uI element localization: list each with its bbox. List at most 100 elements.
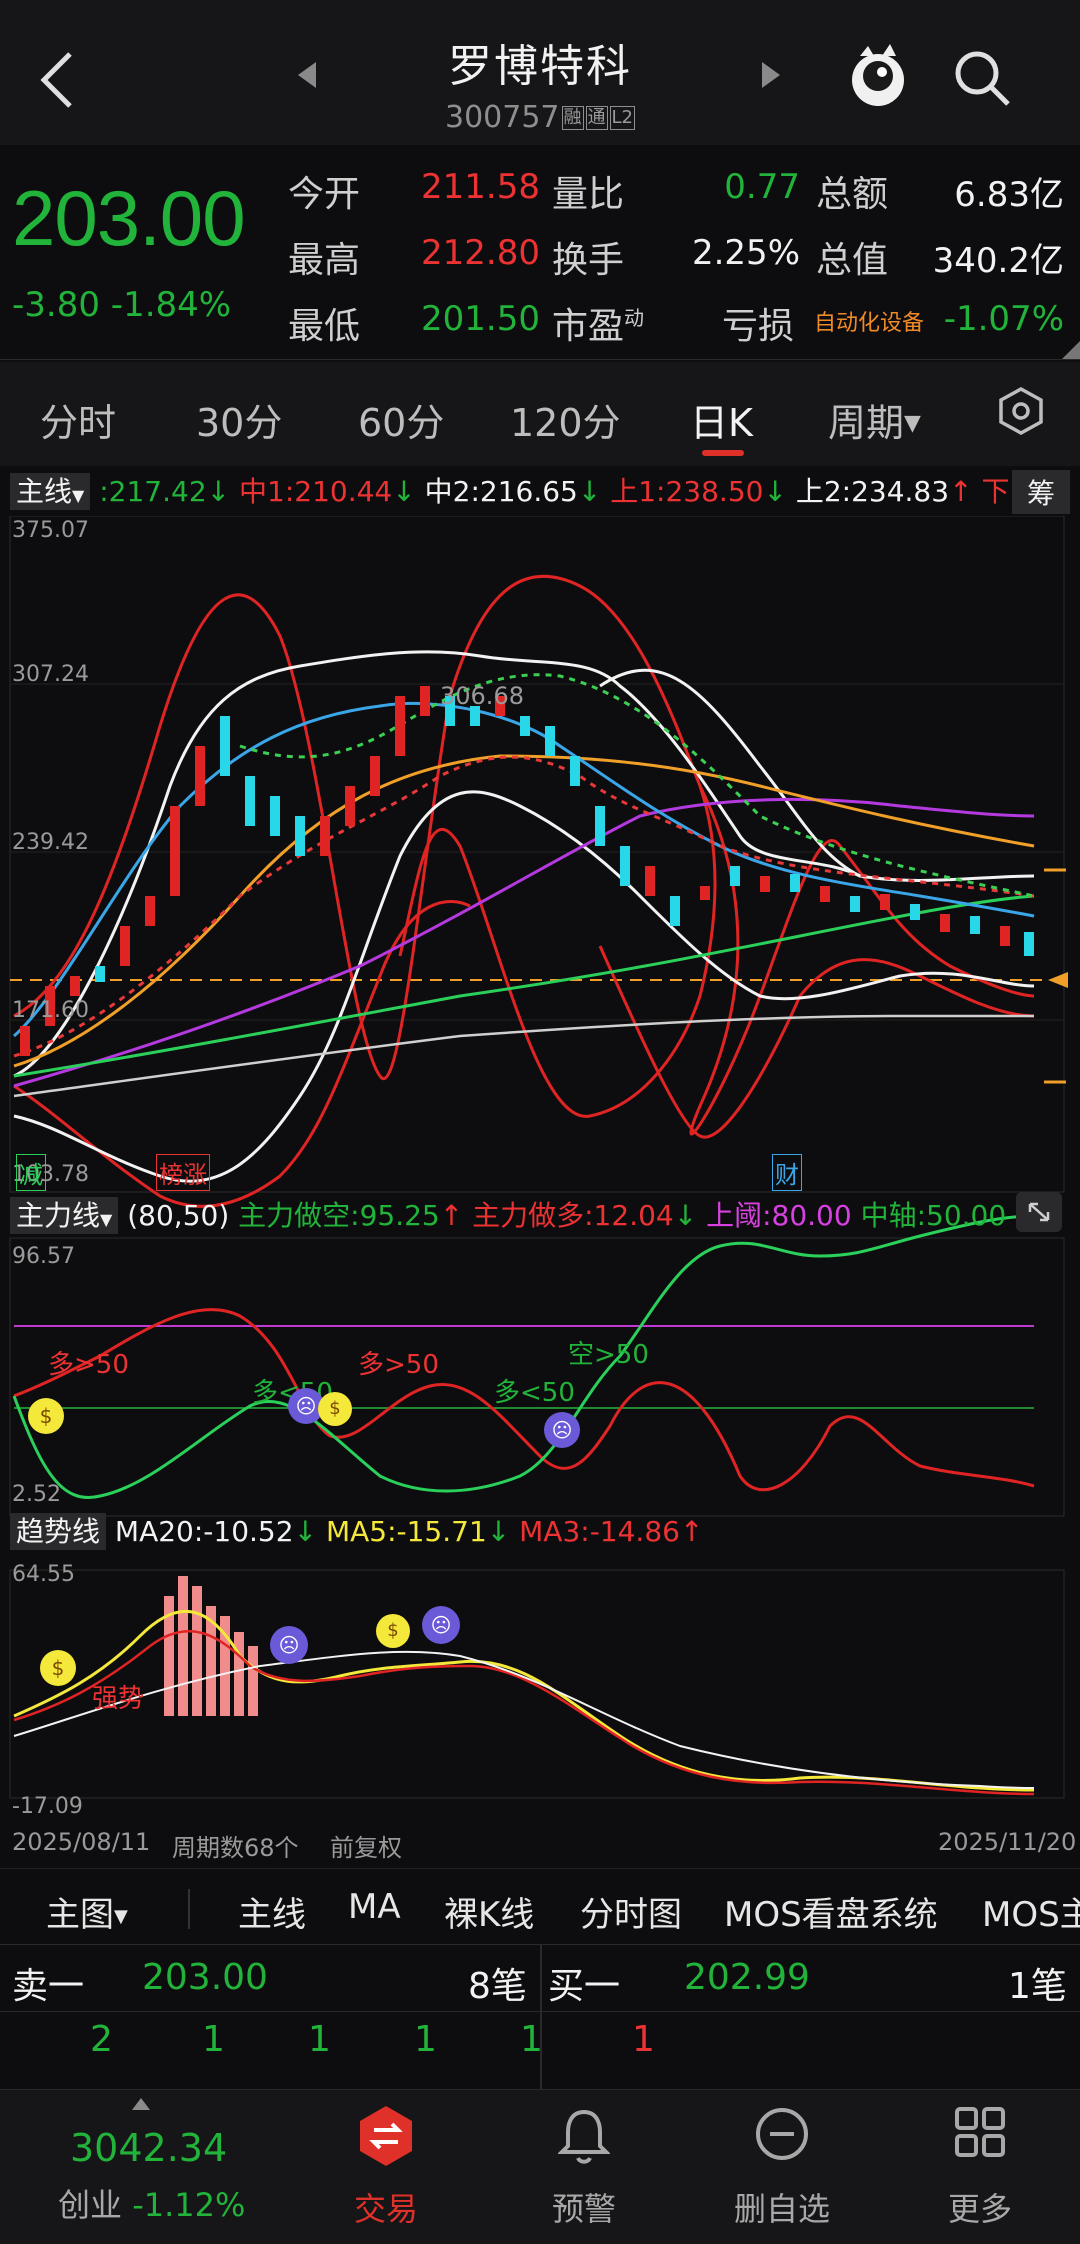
tab-ma[interactable]: MA <box>348 1887 401 1927</box>
main-short-line <box>12 1214 1035 1499</box>
search-icon[interactable] <box>952 48 1012 108</box>
trend-indicator-button[interactable]: 趋势线 <box>10 1513 107 1550</box>
legend-main-text: :217.42 <box>99 475 207 508</box>
corner-triangle-icon <box>1062 341 1080 359</box>
index-value[interactable]: 3042.34 <box>70 2126 227 2170</box>
power-axis-top: 96.57 <box>12 1244 75 1269</box>
sell1-count: 8笔 <box>468 1966 527 2007</box>
trend-bars <box>164 1576 258 1716</box>
nav-alert[interactable]: 预警 <box>504 2090 664 2244</box>
tab-intraday-chart[interactable]: 分时图 <box>580 1887 682 1936</box>
legend-long: 主力做多:12.04↓ <box>472 1199 697 1232</box>
tab-naked-k[interactable]: 裸K线 <box>444 1887 534 1936</box>
candlesticks <box>20 686 1034 1056</box>
divider <box>0 2011 1080 2012</box>
tab-120min[interactable]: 120分 <box>510 392 621 447</box>
pe-label-text: 市盈 <box>552 306 625 347</box>
event-tag-finance[interactable]: 财 <box>772 1154 802 1191</box>
tab-main-line[interactable]: 主线 <box>238 1887 306 1936</box>
sell1-price: 203.00 <box>142 1957 268 1998</box>
grid-icon <box>955 2107 1005 2157</box>
tab-period-label: 周期 <box>828 401 905 445</box>
nav-remove-watch[interactable]: 删自选 <box>702 2090 862 2244</box>
event-tag-list[interactable]: 榜涨 <box>156 1154 210 1191</box>
active-tab-indicator <box>702 450 744 456</box>
tab-30min[interactable]: 30分 <box>196 392 282 447</box>
volume-ratio-value: 0.77 <box>724 167 800 207</box>
money-bag-icon: $ <box>318 1392 352 1426</box>
main-legend: 主线▼ :217.42↓ 中1:210.44↓ 中2:216.65↓ 上1:23… <box>10 470 1055 510</box>
settings-hexagon-icon[interactable] <box>996 386 1046 436</box>
trend-legend: 趋势线 MA20:-10.52↓ MA5:-15.71↓ MA3:-14.86↑ <box>10 1510 703 1550</box>
event-tag-reduce[interactable]: 减 <box>16 1154 46 1191</box>
axis-low-label: 171.60 <box>12 998 89 1023</box>
main-indicator-button[interactable]: 主线▼ <box>10 473 91 510</box>
nav-remove-watch-label: 删自选 <box>733 2190 830 2228</box>
tab-mos-main[interactable]: MOS主 <box>982 1887 1080 1936</box>
tab-daily-k[interactable]: 日K <box>690 392 753 447</box>
legend-up1: 上1:238.50↓ <box>610 475 787 508</box>
top-bar: 罗博特科 300757 融通 L2 <box>0 0 1080 145</box>
power-param: (80,50) <box>127 1199 230 1232</box>
divider <box>540 1945 542 2091</box>
sector-label[interactable]: 自动化设备 <box>814 305 924 337</box>
order-book: 卖一 203.00 8笔 买一 202.99 1笔 2 1 1 1 1 1 <box>0 1944 1080 2091</box>
index-line[interactable]: 创业 -1.12% <box>58 2180 245 2226</box>
tab-main-chart-label: 主图 <box>46 1895 114 1935</box>
sell1-label: 卖一 <box>12 1966 85 2007</box>
power-indicator-button[interactable]: 主力线▼ <box>10 1197 119 1234</box>
expand-up-icon[interactable] <box>132 2098 150 2110</box>
tab-intraday[interactable]: 分时 <box>40 392 116 447</box>
tab-main-chart[interactable]: 主图▼ <box>46 1887 128 1936</box>
sell-qty: 1 <box>520 2019 543 2060</box>
volume-ratio-label: 量比 <box>552 174 625 215</box>
index-change: -1.12% <box>132 2186 246 2224</box>
next-stock-icon[interactable] <box>760 62 780 88</box>
sell-qty: 1 <box>308 2019 331 2060</box>
power-axis-bottom: 2.52 <box>12 1482 61 1507</box>
last-price: 203.00 <box>12 174 246 262</box>
legend-up2-text: 上2:234.83 <box>795 475 950 508</box>
trend-axis-bottom: -17.09 <box>12 1794 83 1819</box>
change-percent: -1.84% <box>110 285 232 325</box>
chevron-down-icon: ▼ <box>72 486 85 505</box>
legend-short-arrow: ↑ <box>439 1199 464 1232</box>
tab-period[interactable]: 周期▼ <box>828 392 921 447</box>
current-price-marker <box>1048 972 1068 988</box>
legend-mid1-text: 中1:210.44 <box>239 475 393 508</box>
date-end: 2025/11/20 <box>938 1828 1077 1856</box>
high-label: 最高 <box>288 240 361 281</box>
money-bag-icon: $ <box>376 1614 410 1648</box>
legend-main-arrow: ↓ <box>206 475 231 508</box>
tab-60min[interactable]: 60分 <box>358 392 444 447</box>
power-note-4: 多<50 <box>494 1378 575 1408</box>
chip-button[interactable]: 筹 <box>1012 470 1070 514</box>
legend-long-arrow: ↓ <box>673 1199 698 1232</box>
date-start: 2025/08/11 <box>12 1828 151 1856</box>
nav-trade[interactable]: 交易 <box>306 2090 466 2244</box>
legend-upper-threshold: 上阈:80.00 <box>706 1199 852 1232</box>
power-legend: 主力线▼ (80,50) 主力做空:95.25↑ 主力做多:12.04↓ 上阈:… <box>10 1194 1006 1234</box>
chart-area[interactable]: 主线▼ :217.42↓ 中1:210.44↓ 中2:216.65↓ 上1:23… <box>0 468 1080 1868</box>
tag-margin: 融 <box>561 106 584 130</box>
expand-icon[interactable] <box>1016 1192 1062 1232</box>
tab-mos-system[interactable]: MOS看盘系统 <box>724 1887 938 1936</box>
sell-qty: 1 <box>202 2019 225 2060</box>
period-count: 周期数68个 <box>172 1834 299 1862</box>
minus-circle-icon <box>756 2108 808 2160</box>
legend-up1-text: 上1:238.50 <box>610 475 764 508</box>
high-value: 212.80 <box>421 233 540 273</box>
low-label: 最低 <box>288 306 361 347</box>
nav-more[interactable]: 更多 <box>900 2090 1060 2244</box>
legend-long-text: 主力做多:12.04 <box>472 1199 674 1232</box>
mascot-icon[interactable] <box>846 42 910 112</box>
quote-panel: 203.00 -3.80 -1.84% 今开 211.58 最高 212.80 … <box>0 145 1080 360</box>
legend-short: 主力做空:95.25↑ <box>238 1199 463 1232</box>
power-note-1: 多>50 <box>48 1350 129 1380</box>
legend-ma5: MA5:-15.71↓ <box>326 1515 510 1548</box>
legend-mid2-text: 中2:216.65 <box>424 475 578 508</box>
market-cap-label: 总值 <box>816 240 889 281</box>
sell-qty: 1 <box>414 2019 437 2060</box>
adjust-mode[interactable]: 前复权 <box>330 1828 402 1863</box>
axis-mid1-label: 307.24 <box>12 662 89 687</box>
